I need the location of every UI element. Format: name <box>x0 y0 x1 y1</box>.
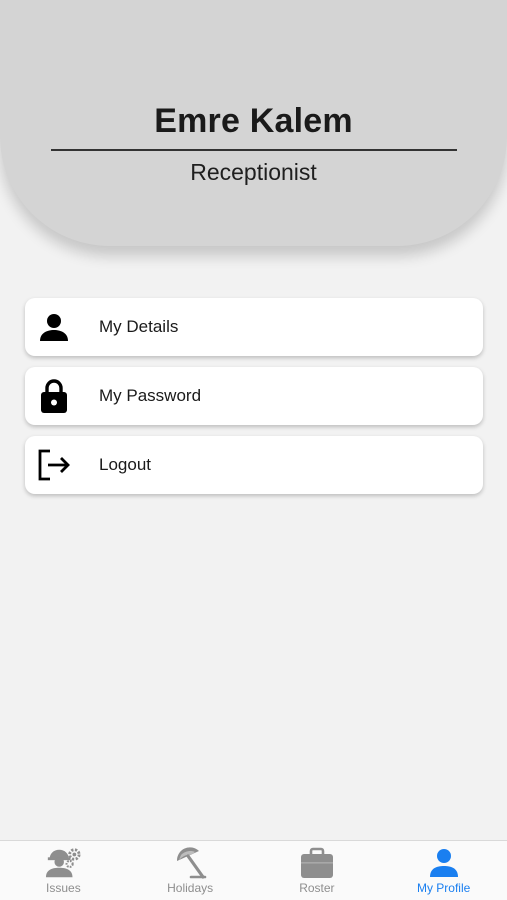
logout-icon <box>37 448 71 482</box>
header-divider <box>51 149 457 151</box>
tab-roster[interactable]: Roster <box>254 841 381 900</box>
profile-menu: My Details My Password Logout <box>25 298 483 505</box>
profile-role: Receptionist <box>190 159 317 185</box>
tab-label: My Profile <box>416 881 471 895</box>
tab-label: Issues <box>46 881 81 895</box>
lock-icon <box>37 379 71 413</box>
bottom-tab-bar: Issues Holidays Roster My Profile <box>0 840 507 900</box>
menu-item-logout[interactable]: Logout <box>25 436 483 494</box>
menu-item-label: My Password <box>99 386 202 405</box>
menu-item-label: My Details <box>99 317 179 336</box>
menu-item-label: Logout <box>99 455 151 474</box>
profile-screen: Emre Kalem Receptionist My Details My Pa… <box>0 0 507 900</box>
profile-header: Emre Kalem Receptionist <box>0 0 507 246</box>
tab-issues[interactable]: Issues <box>0 841 127 900</box>
tab-my-profile[interactable]: My Profile <box>380 841 507 900</box>
person-icon <box>426 847 462 879</box>
tab-holidays[interactable]: Holidays <box>127 841 254 900</box>
briefcase-icon <box>299 847 335 879</box>
worker-gear-icon <box>45 847 81 879</box>
person-icon <box>37 310 71 344</box>
profile-name: Emre Kalem <box>154 102 353 140</box>
tab-label: Roster <box>299 881 335 895</box>
menu-item-my-password[interactable]: My Password <box>25 367 483 425</box>
tab-label: Holidays <box>167 881 214 895</box>
beach-umbrella-icon <box>172 847 208 879</box>
menu-item-my-details[interactable]: My Details <box>25 298 483 356</box>
